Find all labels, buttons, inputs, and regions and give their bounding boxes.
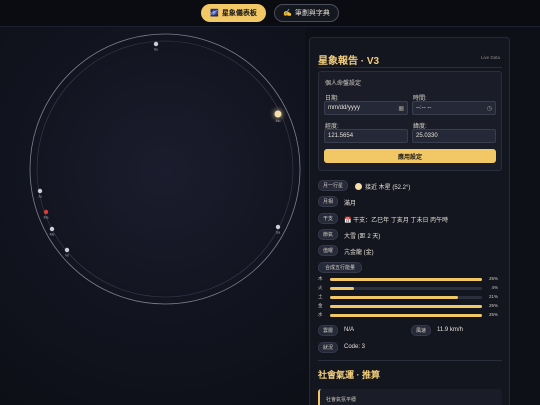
planet-label: Su — [154, 48, 158, 52]
element-row: 木 25% — [318, 276, 498, 283]
element-bar-fill — [330, 287, 355, 290]
time-input[interactable]: --:-- -- ◷ — [412, 101, 496, 115]
planet-label: Me — [50, 233, 55, 237]
element-row: 火 4% — [318, 285, 498, 292]
planet-dot — [275, 224, 281, 230]
calendar-icon: 📅 — [344, 218, 352, 224]
top-nav: 🌌 星象儀表板 ✍️ 筆劃與字典 — [0, 0, 540, 27]
planet-dot — [43, 209, 49, 215]
planet-sa[interactable]: Sa — [275, 224, 281, 235]
cloud-chip: 雲層 — [318, 325, 338, 336]
solar-term-chip: 節氣 — [318, 229, 338, 240]
element-percent: 25% — [488, 276, 498, 281]
moon-planet-chip: 月一行星 — [318, 180, 348, 191]
planet-label: Mo — [276, 119, 281, 123]
planet-su[interactable]: Su — [153, 41, 159, 52]
element-bar-track — [330, 305, 482, 308]
latitude-input[interactable]: 25.0330 — [412, 129, 496, 143]
planet-dot — [64, 247, 70, 253]
sky-chart-svg: Su Mo Ju Ma Me Ve Sa — [29, 33, 301, 305]
day-god-value: 亢金龍 (金) — [344, 250, 374, 256]
social-section-title: 社會氣運 · 推算 — [318, 370, 380, 380]
element-percent: 4% — [491, 285, 498, 290]
planet-dot — [37, 188, 43, 194]
settings-card: 個人命盤設定 日期: mm/dd/yyyy ▦ 時間: --:-- -- ◷ 經… — [318, 71, 502, 171]
moon-phase-value: 滿月 — [344, 201, 357, 207]
ganzhi-chip: 干支 — [318, 213, 338, 224]
wind-value: 11.9 km/h — [437, 327, 463, 333]
status-value: Code: 3 — [344, 344, 366, 350]
day-god-chip: 值曜 — [318, 245, 338, 256]
element-bar-fill — [330, 314, 482, 317]
element-label: 土 — [318, 294, 323, 299]
element-label: 水 — [318, 312, 323, 317]
planet-label: Ma — [44, 216, 49, 220]
planet-label: Ju — [38, 195, 42, 199]
wind-chip: 風速 — [411, 325, 431, 336]
social-atmosphere-card: 社會氣氛平穩 — [318, 389, 502, 405]
solar-term-value: 大雪 (距 2 天) — [344, 234, 381, 240]
element-label: 火 — [318, 285, 323, 290]
ganzhi-value: 干支：乙巳年 丁亥月 丁未日 丙午時 — [353, 218, 449, 224]
divider — [318, 360, 502, 361]
moon-icon — [355, 183, 362, 190]
date-placeholder: mm/dd/yyyy — [328, 105, 361, 111]
live-data-label: Live Data — [480, 55, 500, 60]
inner-horizon-ring — [36, 40, 294, 298]
element-bar-track — [330, 287, 482, 290]
ganzhi-row: 📅 干支：乙巳年 丁亥月 丁未日 丙午時 — [344, 215, 448, 224]
element-percent: 25% — [488, 303, 498, 308]
element-bar-fill — [330, 278, 482, 281]
planet-ve[interactable]: Ve — [64, 247, 70, 258]
tab-star-dashboard[interactable]: 🌌 星象儀表板 — [201, 4, 266, 22]
calendar-icon[interactable]: ▦ — [398, 105, 404, 112]
planet-dot — [274, 110, 282, 118]
latitude-value: 25.0330 — [416, 133, 438, 139]
element-bar-track — [330, 278, 482, 281]
element-label: 木 — [318, 276, 323, 281]
date-input[interactable]: mm/dd/yyyy ▦ — [324, 101, 408, 115]
element-bar-fill — [330, 296, 458, 299]
planet-ma[interactable]: Ma — [43, 209, 49, 220]
element-bar-fill — [330, 305, 482, 308]
moon-planet-row: 接近 木星 (52.2°) — [355, 182, 410, 191]
longitude-value: 121.5654 — [328, 133, 354, 139]
tab-label: 星象儀表板 — [221, 10, 257, 17]
apply-settings-button[interactable]: 應用設定 — [324, 149, 496, 163]
time-placeholder: --:-- -- — [416, 105, 432, 111]
outer-horizon-ring — [29, 33, 301, 305]
element-row: 金 25% — [318, 303, 498, 310]
element-percent: 21% — [488, 294, 498, 299]
social-atmosphere-label: 社會氣氛平穩 — [326, 397, 357, 403]
sky-chart[interactable]: Su Mo Ju Ma Me Ve Sa — [0, 27, 305, 405]
moon-planet-value: 接近 木星 (52.2°) — [365, 185, 411, 191]
cloud-value: N/A — [344, 327, 355, 333]
moon-phase-chip: 月相 — [318, 196, 338, 207]
elements-chip: 合成五行能量 — [318, 262, 362, 273]
element-bar-track — [330, 296, 482, 299]
planet-label: Sa — [276, 231, 280, 235]
divider — [318, 67, 502, 68]
galaxy-icon: 🌌 — [210, 10, 219, 17]
tab-stroke-dictionary[interactable]: ✍️ 筆劃與字典 — [274, 4, 339, 22]
report-panel: 星象報告 · V3 Live Data 個人命盤設定 日期: mm/dd/yyy… — [309, 37, 510, 405]
writing-hand-icon: ✍️ — [283, 10, 292, 17]
planet-label: Ve — [65, 254, 69, 258]
element-row: 水 25% — [318, 312, 498, 319]
element-bar-track — [330, 314, 482, 317]
clock-icon[interactable]: ◷ — [487, 105, 492, 112]
element-label: 金 — [318, 303, 323, 308]
longitude-input[interactable]: 121.5654 — [324, 129, 408, 143]
element-row: 土 21% — [318, 294, 498, 301]
element-percent: 25% — [488, 312, 498, 317]
planet-mo[interactable]: Mo — [274, 110, 282, 124]
planet-me[interactable]: Me — [49, 226, 55, 237]
settings-title: 個人命盤設定 — [325, 81, 362, 87]
tab-label: 筆劃與字典 — [294, 10, 330, 17]
status-chip: 狀況 — [318, 342, 338, 353]
planet-dot — [49, 226, 55, 232]
planet-dot — [153, 41, 159, 47]
panel-title: 星象報告 · V3 — [318, 56, 380, 67]
planet-ju[interactable]: Ju — [37, 188, 43, 199]
